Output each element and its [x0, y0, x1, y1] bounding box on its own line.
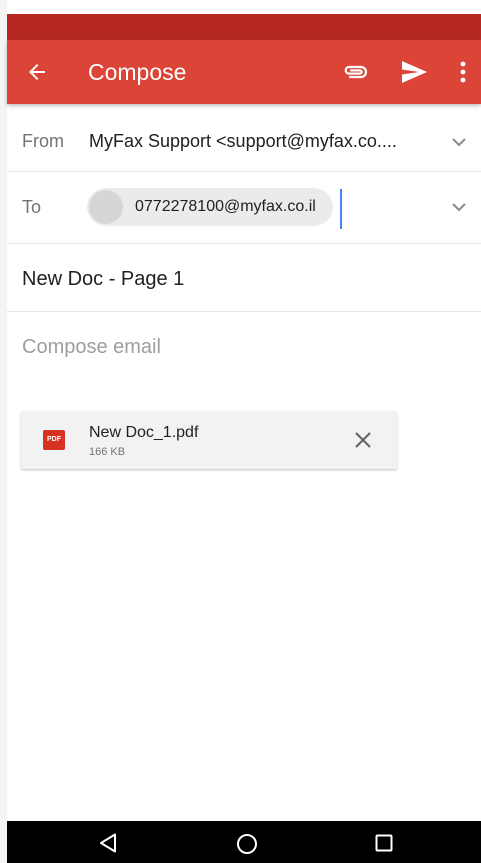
page-title: Compose [88, 59, 187, 85]
avatar [89, 190, 123, 224]
from-label: From [22, 131, 64, 151]
more-vert-icon[interactable] [454, 60, 472, 84]
recipient-address: 0772278100@myfax.co.il [135, 198, 316, 215]
system-nav-bar [7, 821, 481, 863]
pdf-file-icon: PDF [43, 430, 65, 450]
send-icon[interactable] [400, 59, 428, 85]
nav-home-icon[interactable] [236, 833, 258, 855]
chevron-down-icon[interactable] [451, 137, 467, 147]
close-icon[interactable] [355, 432, 371, 448]
nav-back-icon[interactable] [99, 833, 117, 853]
attachment-size: 166 KB [89, 446, 126, 458]
to-row[interactable]: To 0772278100@myfax.co.il [7, 172, 481, 244]
top-margin [7, 0, 481, 14]
back-arrow-icon[interactable] [25, 60, 49, 84]
subject-row[interactable]: New Doc - Page 1 [7, 244, 481, 312]
compose-body-field[interactable]: Compose email [22, 336, 161, 359]
chevron-down-icon[interactable] [451, 202, 467, 212]
compose-screen: Compose From MyFax Support <support@myfa… [0, 0, 481, 863]
status-bar [7, 14, 481, 40]
to-label: To [22, 197, 42, 217]
nav-recents-icon[interactable] [375, 834, 393, 852]
left-edge [0, 0, 7, 863]
subject-field[interactable]: New Doc - Page 1 [22, 268, 184, 291]
paperclip-icon[interactable] [342, 60, 368, 84]
attachment-card[interactable]: PDF New Doc_1.pdf 166 KB [21, 411, 397, 469]
recipient-chip[interactable]: 0772278100@myfax.co.il [87, 188, 333, 226]
attachment-name: New Doc_1.pdf [89, 424, 199, 441]
app-bar: Compose [7, 40, 481, 104]
text-cursor [340, 189, 342, 229]
from-row[interactable]: From MyFax Support <support@myfax.co.... [7, 104, 481, 172]
from-account-selector[interactable]: MyFax Support <support@myfax.co.... [89, 131, 419, 152]
